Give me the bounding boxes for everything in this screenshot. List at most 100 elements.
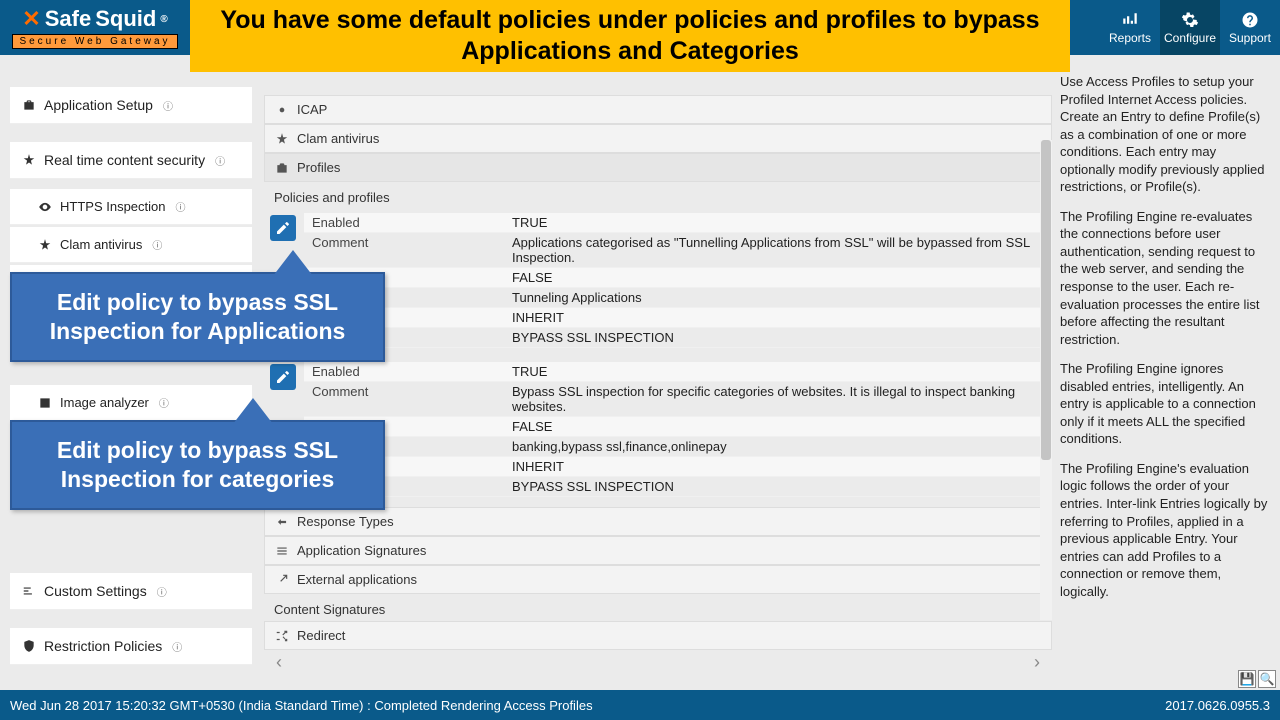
support-button[interactable]: Support	[1220, 0, 1280, 55]
help-p4: The Profiling Engine's evaluation logic …	[1060, 460, 1272, 600]
sliders-icon	[22, 584, 36, 598]
policy-1-table: EnabledTRUECommentApplications categoris…	[304, 213, 1052, 348]
logo-subtitle: Secure Web Gateway	[12, 34, 177, 49]
callout-arrow-icon	[273, 250, 313, 276]
sidebar-item-restriction-policies[interactable]: Restriction Policies ⓘ	[10, 628, 252, 665]
sidebar-item-rtcs[interactable]: Real time content security ⓘ	[10, 142, 252, 179]
callout-arrow-icon	[233, 398, 273, 424]
header-nav: Reports Configure Support	[1100, 0, 1280, 55]
configure-button[interactable]: Configure	[1160, 0, 1220, 55]
table-key: Comment	[304, 233, 504, 267]
main: Application Setupⓘ Real time content sec…	[0, 55, 1280, 690]
section-redirect[interactable]: Redirect	[264, 621, 1052, 650]
chevron-right-icon[interactable]: ›	[1034, 652, 1040, 673]
version-text: 2017.0626.0955.3	[1165, 698, 1270, 713]
section-label: Clam antivirus	[297, 131, 379, 146]
table-row: Tunneling Applications	[304, 288, 1052, 308]
table-value: Bypass SSL inspection for specific categ…	[504, 382, 1052, 416]
table-row: EnabledTRUE	[304, 362, 1052, 382]
horizontal-scroll-hint[interactable]: ‹ ›	[264, 650, 1052, 675]
reports-label: Reports	[1109, 31, 1151, 45]
sidebar-item-https-inspection[interactable]: HTTPS Inspectionⓘ	[10, 189, 252, 225]
table-value: BYPASS SSL INSPECTION	[504, 477, 1052, 496]
footer: Wed Jun 28 2017 15:20:32 GMT+0530 (India…	[0, 690, 1280, 720]
sidebar-item-label: Custom Settings	[44, 583, 147, 599]
center-column: ICAP Clam antivirus Profiles Policies an…	[252, 55, 1052, 675]
section-label: Application Signatures	[297, 543, 426, 558]
sidebar-item-label: Restriction Policies	[44, 638, 162, 654]
sidebar-item-custom-settings[interactable]: Custom Settings ⓘ	[10, 573, 252, 610]
callout-categories: Edit policy to bypass SSL Inspection for…	[10, 420, 385, 510]
search-icon-button[interactable]: 🔍	[1258, 670, 1276, 688]
logo[interactable]: ✕ SafeSquid® Secure Web Gateway	[0, 0, 190, 55]
logo-text1: Safe	[45, 6, 91, 32]
help-icon	[1241, 11, 1259, 29]
policy-block-2: EnabledTRUECommentBypass SSL inspection …	[270, 362, 1052, 497]
callout-applications: Edit policy to bypass SSL Inspection for…	[10, 272, 385, 362]
eye-icon	[38, 200, 52, 214]
pencil-icon	[275, 369, 291, 385]
info-icon: ⓘ	[157, 584, 167, 599]
policy-block-1: EnabledTRUECommentApplications categoris…	[270, 213, 1052, 348]
table-value: Applications categorised as "Tunnelling …	[504, 233, 1052, 267]
shield-icon	[22, 639, 36, 653]
help-p1: Use Access Profiles to setup your Profil…	[1060, 73, 1272, 196]
table-row: FALSE	[304, 417, 1052, 437]
table-value: INHERIT	[504, 308, 1052, 327]
table-row: INHERIT	[304, 457, 1052, 477]
reports-button[interactable]: Reports	[1100, 0, 1160, 55]
header: ✕ SafeSquid® Secure Web Gateway You have…	[0, 0, 1280, 55]
sidebar-item-label: HTTPS Inspection	[60, 199, 166, 214]
shuffle-icon	[275, 629, 289, 643]
pencil-icon	[275, 220, 291, 236]
table-row: FALSE	[304, 268, 1052, 288]
chevron-left-icon[interactable]: ‹	[276, 652, 282, 673]
section-app-signatures[interactable]: Application Signatures	[264, 536, 1052, 565]
policy-2-table: EnabledTRUECommentBypass SSL inspection …	[304, 362, 1052, 497]
gear-icon	[275, 103, 289, 117]
back-icon	[275, 515, 289, 529]
section-profiles[interactable]: Profiles	[264, 153, 1052, 182]
save-icon-button[interactable]: 💾	[1238, 670, 1256, 688]
sidebar-item-clam[interactable]: Clam antivirus ⓘ	[10, 227, 252, 263]
info-icon: ⓘ	[152, 237, 162, 252]
logo-text2: Squid	[95, 6, 156, 32]
sidebar-item-label: Clam antivirus	[60, 237, 142, 252]
callout-text: Edit policy to bypass SSL Inspection for…	[50, 289, 346, 344]
sidebar: Application Setupⓘ Real time content sec…	[0, 55, 252, 690]
section-response-types[interactable]: Response Types	[264, 507, 1052, 536]
help-p2: The Profiling Engine re-evaluates the co…	[1060, 208, 1272, 348]
info-icon: ⓘ	[163, 98, 173, 113]
table-row: EnabledTRUE	[304, 213, 1052, 233]
info-icon: ⓘ	[172, 639, 182, 654]
sidebar-item-image-analyzer[interactable]: Image analyzerⓘ	[10, 385, 252, 421]
sidebar-item-application-setup[interactable]: Application Setupⓘ	[10, 87, 252, 124]
section-label: ICAP	[297, 102, 327, 117]
table-row: CommentApplications categorised as "Tunn…	[304, 233, 1052, 268]
table-value: FALSE	[504, 268, 1052, 287]
vertical-scrollbar[interactable]	[1040, 140, 1052, 620]
scrollbar-thumb[interactable]	[1041, 140, 1051, 460]
section-label: Response Types	[297, 514, 394, 529]
edit-policy-1-button[interactable]	[270, 215, 296, 241]
section-clam[interactable]: Clam antivirus	[264, 124, 1052, 153]
table-key: Comment	[304, 382, 504, 416]
logo-slash-icon: ✕	[22, 6, 40, 32]
section-label: External applications	[297, 572, 417, 587]
star-icon	[38, 238, 52, 252]
policies-heading: Policies and profiles	[264, 182, 1052, 209]
instruction-banner: You have some default policies under pol…	[190, 0, 1070, 72]
section-external-apps[interactable]: External applications	[264, 565, 1052, 594]
content-signatures-heading: Content Signatures	[264, 594, 1052, 621]
status-text: Wed Jun 28 2017 15:20:32 GMT+0530 (India…	[10, 698, 593, 713]
info-icon: ⓘ	[215, 153, 225, 168]
briefcase-icon	[275, 161, 289, 175]
gears-icon	[1181, 11, 1199, 29]
sidebar-item-label: Real time content security	[44, 152, 205, 168]
info-icon: ⓘ	[159, 395, 169, 410]
section-icap[interactable]: ICAP	[264, 95, 1052, 124]
star-icon	[275, 132, 289, 146]
section-label: Profiles	[297, 160, 340, 175]
edit-policy-2-button[interactable]	[270, 364, 296, 390]
table-row: BYPASS SSL INSPECTION	[304, 328, 1052, 348]
